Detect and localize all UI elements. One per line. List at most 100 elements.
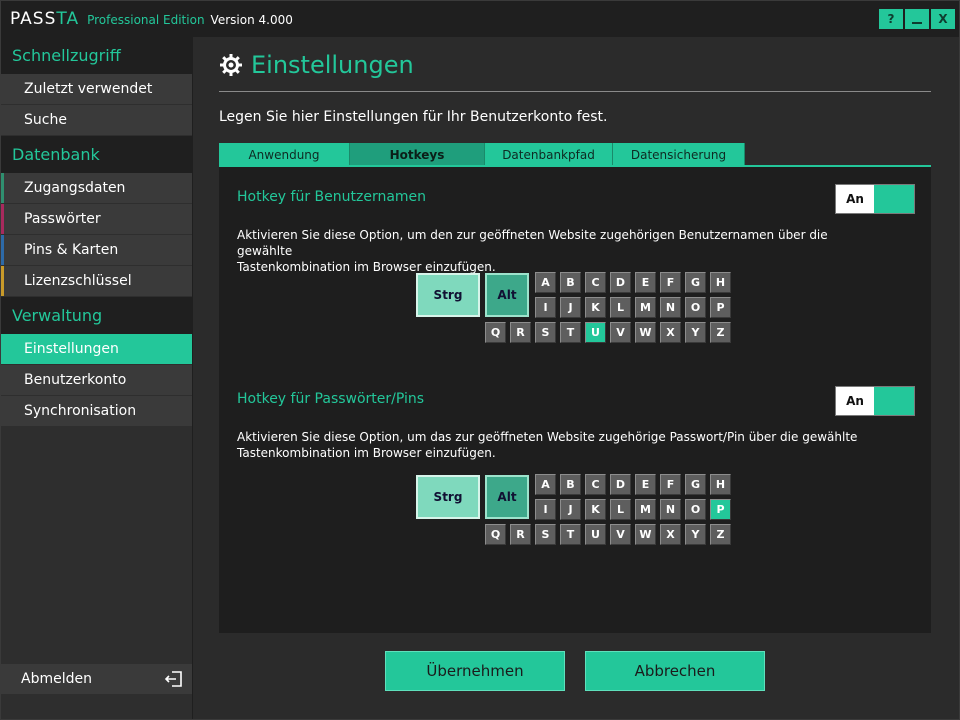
key-x[interactable]: X	[660, 524, 681, 545]
title-bar[interactable]: PASSTA Professional Edition Version 4.00…	[1, 1, 959, 37]
sidebar-item-lizenzschluessel[interactable]: Lizenzschlüssel	[1, 266, 192, 296]
key-n[interactable]: N	[660, 499, 681, 520]
key-e[interactable]: E	[635, 474, 656, 495]
description-line: Tastenkombination im Browser einzufügen.	[237, 446, 496, 460]
tab-datenbankpfad[interactable]: Datenbankpfad	[485, 143, 613, 166]
hotkey-username-toggle[interactable]: An	[835, 184, 915, 214]
apply-button[interactable]: Übernehmen	[385, 651, 565, 691]
key-a[interactable]: A	[535, 272, 556, 293]
key-k[interactable]: K	[585, 297, 606, 318]
key-v[interactable]: V	[610, 524, 631, 545]
key-v[interactable]: V	[610, 322, 631, 343]
sidebar: Schnellzugriff Zuletzt verwendet Suche D…	[1, 37, 192, 719]
logout-label: Abmelden	[21, 671, 92, 687]
key-s[interactable]: S	[535, 524, 556, 545]
sidebar-item-suche[interactable]: Suche	[1, 105, 192, 135]
modifier-alt[interactable]: Alt	[485, 475, 529, 519]
key-d[interactable]: D	[610, 272, 631, 293]
key-l[interactable]: L	[610, 499, 631, 520]
help-button[interactable]: ?	[879, 9, 903, 29]
key-k[interactable]: K	[585, 499, 606, 520]
key-b[interactable]: B	[560, 474, 581, 495]
key-s[interactable]: S	[535, 322, 556, 343]
section-title-verwaltung: Verwaltung	[1, 297, 192, 334]
key-u[interactable]: U	[585, 524, 606, 545]
tab-datensicherung[interactable]: Datensicherung	[613, 143, 745, 166]
sidebar-item-zuletzt-verwendet[interactable]: Zuletzt verwendet	[1, 74, 192, 104]
hotkey-username-description: Aktivieren Sie diese Option, um den zur …	[237, 227, 877, 275]
key-f[interactable]: F	[660, 474, 681, 495]
key-u[interactable]: U	[585, 322, 606, 343]
toggle-label: An	[836, 387, 874, 415]
settings-tabs: Anwendung Hotkeys Datenbankpfad Datensic…	[219, 143, 745, 166]
key-f[interactable]: F	[660, 272, 681, 293]
key-p[interactable]: P	[710, 499, 731, 520]
minimize-icon	[912, 22, 922, 24]
key-w[interactable]: W	[635, 322, 656, 343]
key-d[interactable]: D	[610, 474, 631, 495]
key-h[interactable]: H	[710, 272, 731, 293]
tab-anwendung[interactable]: Anwendung	[219, 143, 350, 166]
hotkey-password-title: Hotkey für Passwörter/Pins	[237, 391, 425, 407]
hotkey-password-toggle[interactable]: An	[835, 386, 915, 416]
main-content: Einstellungen Legen Sie hier Einstellung…	[193, 37, 959, 719]
key-t[interactable]: T	[560, 322, 581, 343]
key-j[interactable]: J	[560, 499, 581, 520]
key-c[interactable]: C	[585, 272, 606, 293]
cancel-button[interactable]: Abbrechen	[585, 651, 765, 691]
key-r[interactable]: R	[510, 322, 531, 343]
sidebar-item-pins-karten[interactable]: Pins & Karten	[1, 235, 192, 265]
key-j[interactable]: J	[560, 297, 581, 318]
key-e[interactable]: E	[635, 272, 656, 293]
key-w[interactable]: W	[635, 524, 656, 545]
key-y[interactable]: Y	[685, 322, 706, 343]
key-q[interactable]: Q	[485, 322, 506, 343]
key-m[interactable]: M	[635, 499, 656, 520]
key-l[interactable]: L	[610, 297, 631, 318]
sidebar-item-benutzerkonto[interactable]: Benutzerkonto	[1, 365, 192, 395]
key-z[interactable]: Z	[710, 322, 731, 343]
key-t[interactable]: T	[560, 524, 581, 545]
key-z[interactable]: Z	[710, 524, 731, 545]
key-g[interactable]: G	[685, 474, 706, 495]
key-n[interactable]: N	[660, 297, 681, 318]
page-title: Einstellungen	[219, 51, 414, 79]
tab-hotkeys[interactable]: Hotkeys	[350, 143, 485, 166]
close-button[interactable]: X	[931, 9, 955, 29]
key-g[interactable]: G	[685, 272, 706, 293]
sidebar-item-passwoerter[interactable]: Passwörter	[1, 204, 192, 234]
sidebar-item-einstellungen[interactable]: Einstellungen	[1, 334, 192, 364]
sidebar-item-synchronisation[interactable]: Synchronisation	[1, 396, 192, 426]
section-title-datenbank: Datenbank	[1, 136, 192, 173]
key-p[interactable]: P	[710, 297, 731, 318]
modifier-strg[interactable]: Strg	[416, 475, 480, 519]
brand: PASSTA Professional Edition Version 4.00…	[10, 9, 293, 29]
logout-icon	[164, 671, 182, 687]
key-x[interactable]: X	[660, 322, 681, 343]
key-o[interactable]: O	[685, 297, 706, 318]
key-o[interactable]: O	[685, 499, 706, 520]
app-window: PASSTA Professional Edition Version 4.00…	[0, 0, 960, 720]
key-b[interactable]: B	[560, 272, 581, 293]
key-y[interactable]: Y	[685, 524, 706, 545]
edition-label: Professional Edition	[87, 13, 205, 27]
sidebar-item-zugangsdaten[interactable]: Zugangsdaten	[1, 173, 192, 203]
key-r[interactable]: R	[510, 524, 531, 545]
key-a[interactable]: A	[535, 474, 556, 495]
key-i[interactable]: I	[535, 297, 556, 318]
key-q[interactable]: Q	[485, 524, 506, 545]
title-divider	[219, 91, 931, 92]
version-label: Version 4.000	[210, 13, 293, 27]
section-title-schnellzugriff: Schnellzugriff	[1, 37, 192, 74]
key-m[interactable]: M	[635, 297, 656, 318]
logout-button[interactable]: Abmelden	[1, 664, 192, 694]
key-c[interactable]: C	[585, 474, 606, 495]
key-grid-username: ABCDEFGH IJKLMNOP	[535, 272, 731, 318]
modifier-strg[interactable]: Strg	[416, 273, 480, 317]
key-h[interactable]: H	[710, 474, 731, 495]
modifier-alt[interactable]: Alt	[485, 273, 529, 317]
key-row-username: QRSTUVWXYZ	[485, 322, 731, 343]
window-controls: ? X	[879, 9, 955, 29]
minimize-button[interactable]	[905, 9, 929, 29]
key-i[interactable]: I	[535, 499, 556, 520]
